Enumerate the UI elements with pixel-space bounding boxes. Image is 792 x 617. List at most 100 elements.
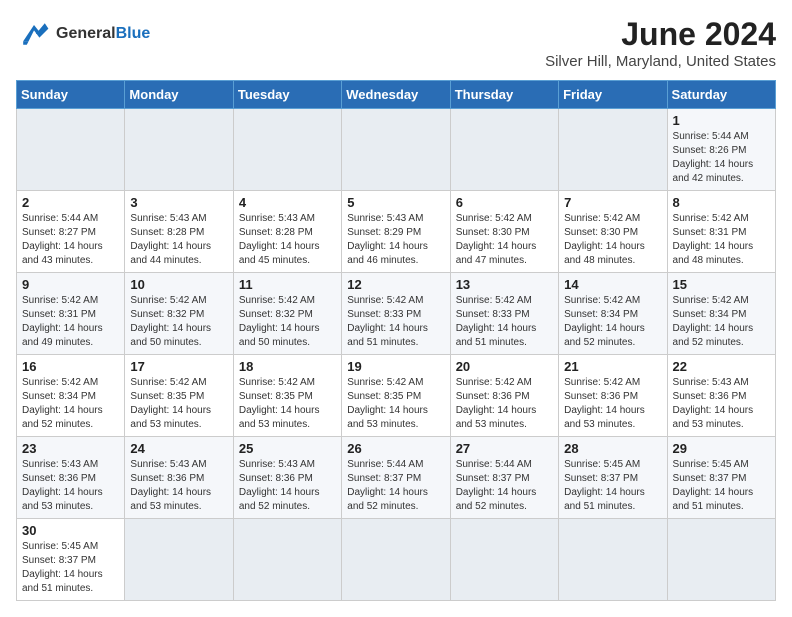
- day-number: 11: [239, 277, 336, 292]
- week-row-5: 23 Sunrise: 5:43 AM Sunset: 8:36 PM Dayli…: [17, 437, 776, 519]
- calendar-cell: [342, 109, 450, 191]
- weekday-header-tuesday: Tuesday: [233, 81, 341, 109]
- day-number: 7: [564, 195, 661, 210]
- weekday-header-monday: Monday: [125, 81, 233, 109]
- calendar-cell: [559, 109, 667, 191]
- weekday-header-friday: Friday: [559, 81, 667, 109]
- day-number: 18: [239, 359, 336, 374]
- calendar-cell: [233, 519, 341, 601]
- calendar-cell: 23 Sunrise: 5:43 AM Sunset: 8:36 PM Dayli…: [17, 437, 125, 519]
- day-info: Sunrise: 5:43 AM Sunset: 8:28 PM Dayligh…: [239, 212, 336, 268]
- day-number: 26: [347, 441, 444, 456]
- day-number: 16: [22, 359, 119, 374]
- day-info: Sunrise: 5:44 AM Sunset: 8:37 PM Dayligh…: [347, 458, 444, 514]
- logo-icon: [16, 16, 52, 52]
- day-number: 5: [347, 195, 444, 210]
- calendar-cell: 28Sunrise: 5:45 AM Sunset: 8:37 PM Dayli…: [559, 437, 667, 519]
- day-number: 15: [673, 277, 770, 292]
- day-number: 10: [130, 277, 227, 292]
- day-number: 20: [456, 359, 553, 374]
- day-number: 6: [456, 195, 553, 210]
- calendar-cell: 6Sunrise: 5:42 AM Sunset: 8:30 PM Daylig…: [450, 191, 558, 273]
- day-number: 2: [22, 195, 119, 210]
- calendar-cell: 11 Sunrise: 5:42 AM Sunset: 8:32 PM Dayli…: [233, 273, 341, 355]
- day-info: Sunrise: 5:43 AM Sunset: 8:29 PM Dayligh…: [347, 212, 444, 268]
- day-info: Sunrise: 5:42 AM Sunset: 8:31 PM Dayligh…: [22, 294, 119, 350]
- day-info: Sunrise: 5:44 AM Sunset: 8:37 PM Dayligh…: [456, 458, 553, 514]
- day-number: 27: [456, 441, 553, 456]
- day-info: Sunrise: 5:45 AM Sunset: 8:37 PM Dayligh…: [564, 458, 661, 514]
- day-number: 21: [564, 359, 661, 374]
- logo-text: GeneralBlue: [56, 25, 150, 43]
- weekday-header-thursday: Thursday: [450, 81, 558, 109]
- day-number: 14: [564, 277, 661, 292]
- weekday-header-wednesday: Wednesday: [342, 81, 450, 109]
- weekday-header-row: SundayMondayTuesdayWednesdayThursdayFrid…: [17, 81, 776, 109]
- week-row-2: 2 Sunrise: 5:44 AM Sunset: 8:27 PM Daylig…: [17, 191, 776, 273]
- calendar-cell: [233, 109, 341, 191]
- calendar-cell: 30 Sunrise: 5:45 AM Sunset: 8:37 PM Dayli…: [17, 519, 125, 601]
- calendar-cell: 26 Sunrise: 5:44 AM Sunset: 8:37 PM Dayli…: [342, 437, 450, 519]
- day-number: 24: [130, 441, 227, 456]
- calendar-cell: [342, 519, 450, 601]
- calendar-cell: [559, 519, 667, 601]
- calendar-cell: 14 Sunrise: 5:42 AM Sunset: 8:34 PM Dayli…: [559, 273, 667, 355]
- calendar-cell: 7Sunrise: 5:42 AM Sunset: 8:30 PM Daylig…: [559, 191, 667, 273]
- day-info: Sunrise: 5:42 AM Sunset: 8:35 PM Dayligh…: [239, 376, 336, 432]
- calendar-cell: 18 Sunrise: 5:42 AM Sunset: 8:35 PM Dayli…: [233, 355, 341, 437]
- calendar-cell: [17, 109, 125, 191]
- day-number: 23: [22, 441, 119, 456]
- day-info: Sunrise: 5:42 AM Sunset: 8:32 PM Dayligh…: [239, 294, 336, 350]
- weekday-header-sunday: Sunday: [17, 81, 125, 109]
- calendar-cell: 12Sunrise: 5:42 AM Sunset: 8:33 PM Dayli…: [342, 273, 450, 355]
- day-info: Sunrise: 5:42 AM Sunset: 8:34 PM Dayligh…: [564, 294, 661, 350]
- day-info: Sunrise: 5:42 AM Sunset: 8:33 PM Dayligh…: [456, 294, 553, 350]
- calendar-cell: 22 Sunrise: 5:43 AM Sunset: 8:36 PM Dayli…: [667, 355, 775, 437]
- calendar-cell: [125, 519, 233, 601]
- calendar-cell: 29Sunrise: 5:45 AM Sunset: 8:37 PM Dayli…: [667, 437, 775, 519]
- calendar-subtitle: Silver Hill, Maryland, United States: [545, 53, 776, 70]
- day-info: Sunrise: 5:42 AM Sunset: 8:31 PM Dayligh…: [673, 212, 770, 268]
- day-info: Sunrise: 5:42 AM Sunset: 8:36 PM Dayligh…: [456, 376, 553, 432]
- calendar-cell: [125, 109, 233, 191]
- day-number: 22: [673, 359, 770, 374]
- day-info: Sunrise: 5:43 AM Sunset: 8:28 PM Dayligh…: [130, 212, 227, 268]
- day-number: 9: [22, 277, 119, 292]
- day-info: Sunrise: 5:42 AM Sunset: 8:33 PM Dayligh…: [347, 294, 444, 350]
- calendar-cell: 17Sunrise: 5:42 AM Sunset: 8:35 PM Dayli…: [125, 355, 233, 437]
- week-row-6: 30 Sunrise: 5:45 AM Sunset: 8:37 PM Dayli…: [17, 519, 776, 601]
- calendar-cell: 21 Sunrise: 5:42 AM Sunset: 8:36 PM Dayli…: [559, 355, 667, 437]
- day-number: 30: [22, 523, 119, 538]
- day-info: Sunrise: 5:44 AM Sunset: 8:27 PM Dayligh…: [22, 212, 119, 268]
- day-info: Sunrise: 5:42 AM Sunset: 8:35 PM Dayligh…: [130, 376, 227, 432]
- day-number: 13: [456, 277, 553, 292]
- calendar-cell: [667, 519, 775, 601]
- page-header: GeneralBlue June 2024 Silver Hill, Maryl…: [16, 16, 776, 70]
- day-number: 1: [673, 113, 770, 128]
- calendar-cell: 16Sunrise: 5:42 AM Sunset: 8:34 PM Dayli…: [17, 355, 125, 437]
- calendar-cell: 13 Sunrise: 5:42 AM Sunset: 8:33 PM Dayli…: [450, 273, 558, 355]
- calendar-cell: 20 Sunrise: 5:42 AM Sunset: 8:36 PM Dayli…: [450, 355, 558, 437]
- calendar-cell: 15 Sunrise: 5:42 AM Sunset: 8:34 PM Dayli…: [667, 273, 775, 355]
- weekday-header-saturday: Saturday: [667, 81, 775, 109]
- day-info: Sunrise: 5:44 AM Sunset: 8:26 PM Dayligh…: [673, 130, 770, 186]
- calendar-cell: 1 Sunrise: 5:44 AM Sunset: 8:26 PM Daylig…: [667, 109, 775, 191]
- day-number: 19: [347, 359, 444, 374]
- calendar-cell: 27 Sunrise: 5:44 AM Sunset: 8:37 PM Dayli…: [450, 437, 558, 519]
- day-info: Sunrise: 5:43 AM Sunset: 8:36 PM Dayligh…: [673, 376, 770, 432]
- calendar-cell: 24Sunrise: 5:43 AM Sunset: 8:36 PM Dayli…: [125, 437, 233, 519]
- day-number: 4: [239, 195, 336, 210]
- day-info: Sunrise: 5:43 AM Sunset: 8:36 PM Dayligh…: [22, 458, 119, 514]
- calendar-cell: 19 Sunrise: 5:42 AM Sunset: 8:35 PM Dayli…: [342, 355, 450, 437]
- calendar-cell: 3Sunrise: 5:43 AM Sunset: 8:28 PM Daylig…: [125, 191, 233, 273]
- calendar-cell: 10Sunrise: 5:42 AM Sunset: 8:32 PM Dayli…: [125, 273, 233, 355]
- week-row-3: 9 Sunrise: 5:42 AM Sunset: 8:31 PM Daylig…: [17, 273, 776, 355]
- day-info: Sunrise: 5:42 AM Sunset: 8:34 PM Dayligh…: [673, 294, 770, 350]
- day-info: Sunrise: 5:42 AM Sunset: 8:35 PM Dayligh…: [347, 376, 444, 432]
- day-info: Sunrise: 5:45 AM Sunset: 8:37 PM Dayligh…: [22, 540, 119, 596]
- day-info: Sunrise: 5:42 AM Sunset: 8:36 PM Dayligh…: [564, 376, 661, 432]
- calendar-cell: 8Sunrise: 5:42 AM Sunset: 8:31 PM Daylig…: [667, 191, 775, 273]
- week-row-4: 16Sunrise: 5:42 AM Sunset: 8:34 PM Dayli…: [17, 355, 776, 437]
- calendar-title: June 2024: [545, 16, 776, 53]
- day-number: 29: [673, 441, 770, 456]
